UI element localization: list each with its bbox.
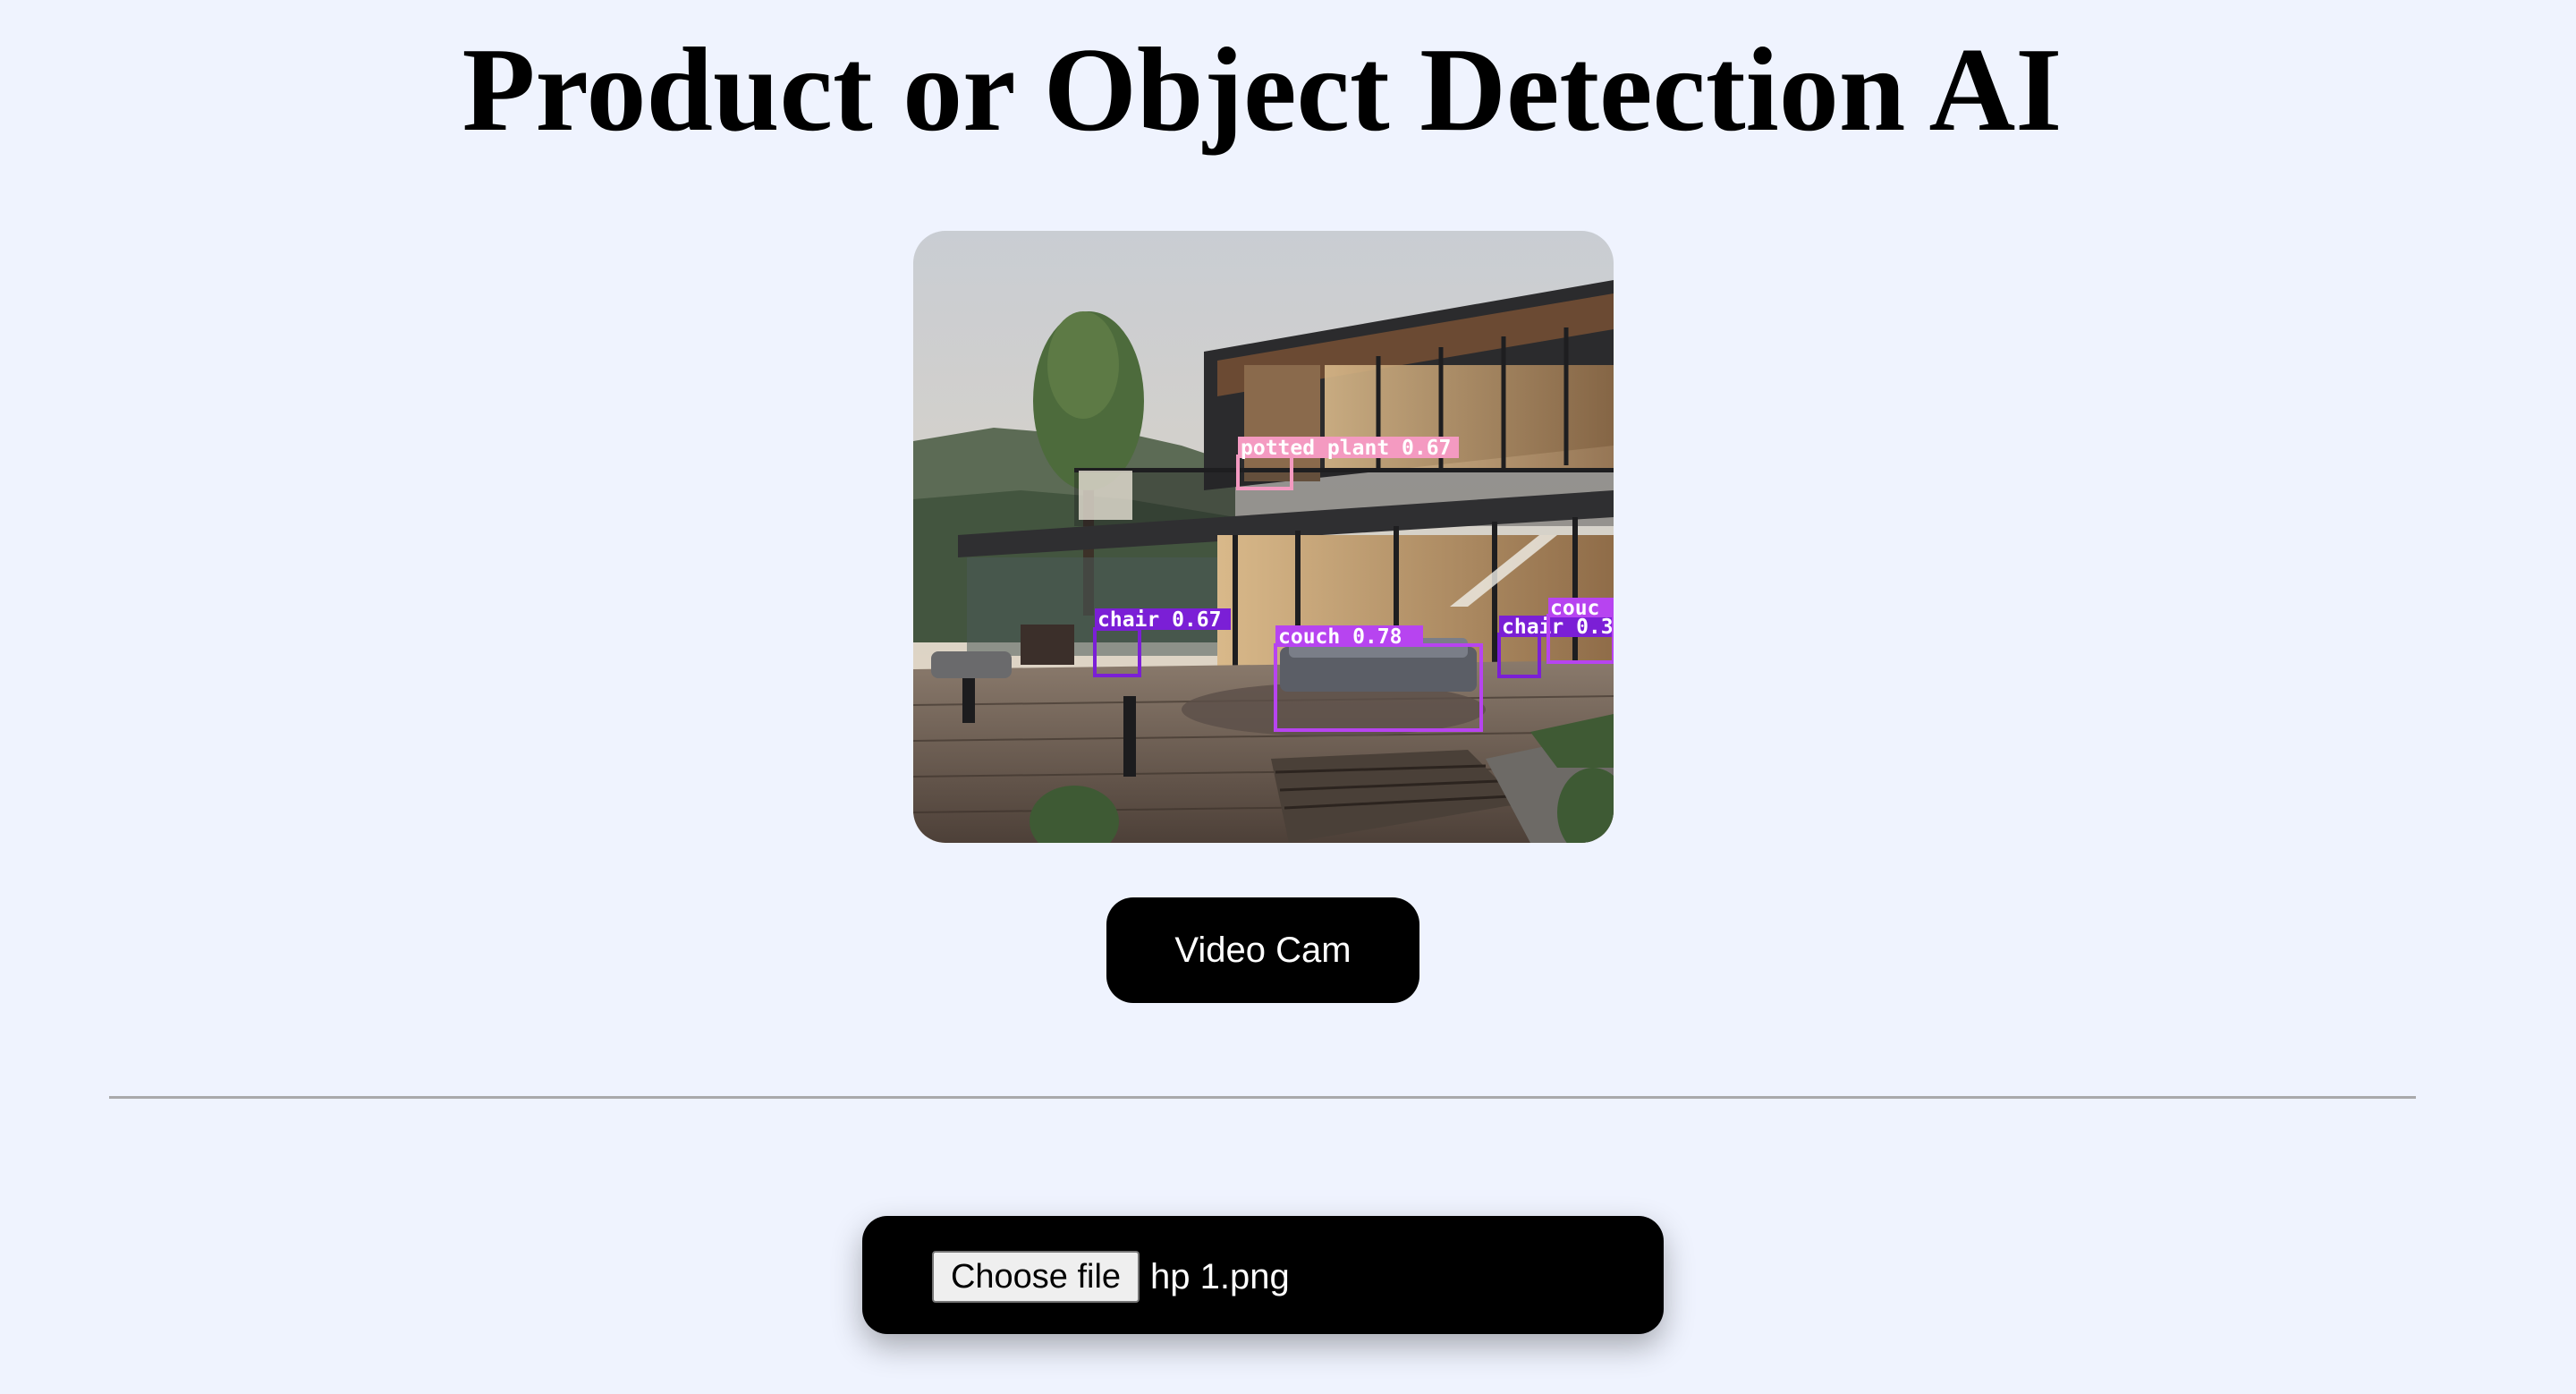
house-photo: potted plant 0.67 chair 0.67 couch 0.78 …: [913, 231, 1614, 843]
detection-label-potted-plant: potted plant 0.67: [1241, 437, 1451, 460]
choose-file-button[interactable]: Choose file: [932, 1251, 1140, 1303]
selected-file-name: hp 1.png: [1150, 1257, 1290, 1296]
detection-label-couch: couch 0.78: [1278, 625, 1402, 649]
video-cam-button[interactable]: Video Cam: [1106, 897, 1419, 1003]
divider: [109, 1096, 2416, 1099]
detection-label-chair: chair 0.67: [1097, 608, 1221, 632]
file-upload-bar: Choose file hp 1.png: [862, 1216, 1664, 1334]
page-title: Product or Object Detection AI: [462, 23, 2063, 156]
detection-result-image: potted plant 0.67 chair 0.67 couch 0.78 …: [913, 231, 1614, 843]
detection-label-couch-2: couc: [1550, 597, 1599, 620]
